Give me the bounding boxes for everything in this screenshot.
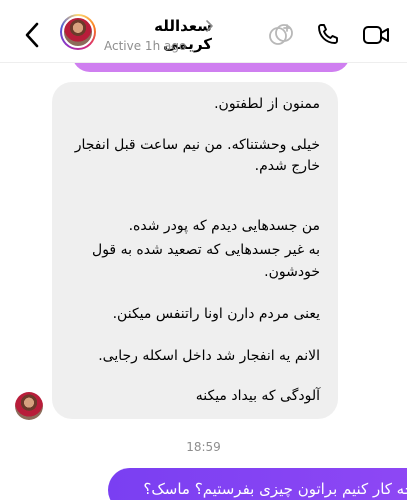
contact-avatar[interactable] — [60, 14, 96, 50]
effects-icon[interactable] — [268, 22, 294, 48]
message-line: به غیر جسدهایی که تصعید شده به قول — [92, 242, 320, 258]
message-line: ممنون از لطفتون. — [214, 96, 320, 112]
message-line: الانم یه انفجار شد داخل اسکله رجایی. — [98, 348, 320, 364]
message-line: خیلی وحشتناکه. من نیم ساعت قبل انفجار — [74, 137, 320, 153]
chat-screen: سعدالله کریمی Active 1h ago ممنون از لطف… — [0, 0, 407, 500]
message-line: خودشون. — [264, 264, 320, 280]
outgoing-message-bubble[interactable]: چه کار کنیم براتون چیزی بفرستیم؟ ماسک؟ — [108, 468, 407, 500]
outgoing-message-text: چه کار کنیم براتون چیزی بفرستیم؟ ماسک؟ — [143, 480, 407, 498]
active-status: Active 1h ago — [104, 39, 187, 53]
sender-avatar[interactable] — [15, 392, 43, 420]
message-line: یعنی مردم دارن اونا راتنفس میکنن. — [112, 306, 320, 322]
message-line: من جسدهایی دیدم که پودر شده. — [128, 218, 320, 234]
chat-header: سعدالله کریمی Active 1h ago — [0, 0, 407, 63]
message-line: آلودگی که بیداد میکنه — [195, 388, 320, 404]
message-line: خارج شدم. — [254, 158, 320, 174]
incoming-message-bubble[interactable]: ممنون از لطفتون. خیلی وحشتناکه. من نیم س… — [52, 82, 338, 419]
chevron-right-icon[interactable] — [205, 19, 215, 33]
phone-icon[interactable] — [316, 22, 340, 46]
back-icon[interactable] — [22, 22, 44, 48]
message-timestamp: 18:59 — [186, 440, 221, 454]
avatar — [62, 16, 94, 48]
video-call-icon[interactable] — [362, 25, 390, 45]
